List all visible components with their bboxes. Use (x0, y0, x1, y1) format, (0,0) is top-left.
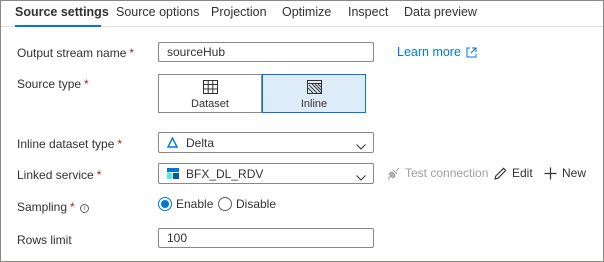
source-type-dataset-button[interactable]: Dataset (158, 74, 262, 113)
external-link-icon (466, 47, 477, 61)
required-marker: * (117, 137, 123, 151)
source-type-inline-button[interactable]: Inline (262, 74, 366, 113)
output-stream-name-input[interactable] (158, 42, 374, 62)
dataset-option-label: Dataset (191, 98, 229, 110)
table-icon (203, 80, 218, 97)
required-marker: * (70, 200, 75, 214)
info-icon[interactable]: i (79, 204, 89, 213)
learn-more-link[interactable]: Learn more (397, 45, 477, 61)
plug-icon (387, 167, 400, 180)
sampling-disable-radio[interactable]: Disable (218, 197, 276, 211)
inline-dataset-type-label: Inline dataset type * (17, 137, 122, 151)
tab-bar: Source settings Source options Projectio… (1, 1, 603, 27)
plus-icon (544, 167, 557, 180)
edit-text: Edit (512, 166, 533, 180)
rows-limit-text: Rows limit (17, 233, 72, 247)
tab-source-options[interactable]: Source options (116, 5, 199, 19)
new-text: New (562, 166, 587, 180)
source-settings-panel: Source settings Source options Projectio… (0, 0, 604, 262)
required-marker: * (96, 168, 102, 182)
delta-icon (166, 136, 179, 151)
linked-service-value: BFX_DL_RDV (186, 167, 264, 181)
required-marker: * (129, 46, 135, 60)
new-button[interactable]: New (544, 166, 586, 180)
edit-button[interactable]: Edit (494, 166, 533, 180)
source-type-text: Source type (17, 77, 82, 91)
radio-unselected-indicator (218, 197, 232, 211)
pencil-icon (494, 167, 507, 180)
linked-service-dropdown[interactable]: BFX_DL_RDV (158, 163, 374, 184)
hatched-box-icon (307, 80, 322, 97)
tab-data-preview[interactable]: Data preview (404, 5, 477, 19)
linked-service-text: Linked service (17, 168, 94, 182)
sampling-enable-radio[interactable]: Enable (158, 197, 213, 211)
rows-limit-input[interactable] (158, 228, 374, 248)
tab-projection[interactable]: Projection (211, 5, 267, 19)
inline-option-label: Inline (300, 98, 328, 110)
enable-label: Enable (176, 197, 214, 211)
source-type-label: Source type * (17, 77, 89, 91)
learn-more-text: Learn more (397, 45, 461, 59)
data-lake-icon (167, 168, 179, 182)
tab-optimize[interactable]: Optimize (282, 5, 331, 19)
required-marker: * (84, 77, 89, 91)
rows-limit-label: Rows limit (17, 233, 72, 247)
active-tab-indicator (15, 25, 101, 27)
test-connection-button[interactable]: Test connection (387, 166, 488, 180)
radio-selected-indicator (158, 197, 172, 211)
linked-service-label: Linked service * (17, 168, 101, 182)
inline-dataset-type-dropdown[interactable]: Delta (158, 132, 374, 153)
tab-source-settings[interactable]: Source settings (15, 5, 109, 19)
test-connection-text: Test connection (405, 166, 489, 180)
sampling-label: Sampling * i (17, 200, 89, 214)
chevron-down-icon (356, 170, 366, 184)
sampling-text: Sampling (17, 200, 68, 214)
chevron-down-icon (356, 139, 366, 153)
tab-inspect[interactable]: Inspect (348, 5, 388, 19)
inline-dataset-type-value: Delta (186, 136, 215, 150)
disable-label: Disable (236, 197, 277, 211)
inline-dataset-type-text: Inline dataset type (17, 137, 115, 151)
output-stream-name-text: Output stream name (17, 46, 127, 60)
output-stream-name-label: Output stream name * (17, 46, 134, 60)
